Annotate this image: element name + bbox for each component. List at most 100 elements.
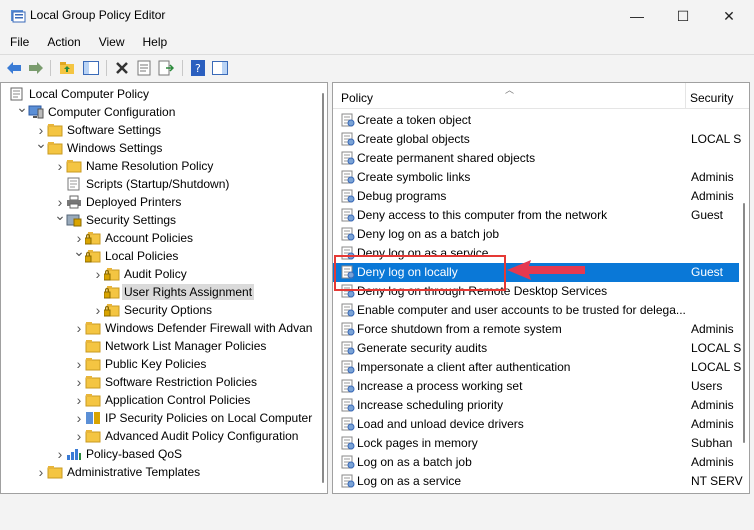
policy-setting-icon <box>341 303 355 317</box>
policy-name: Load and unload device drivers <box>357 417 524 431</box>
toolbar-separator <box>106 60 107 76</box>
menu-action[interactable]: Action <box>37 32 88 52</box>
tree-item[interactable]: Network List Manager Policies <box>1 337 317 355</box>
policy-row[interactable]: Create permanent shared objects <box>333 149 739 168</box>
policy-row[interactable]: Lock pages in memory Subhan <box>333 434 739 453</box>
tree-item-label: IP Security Policies on Local Computer <box>105 411 313 425</box>
policy-row[interactable]: Create a token object <box>333 111 739 130</box>
chevron-right-icon[interactable]: › <box>55 445 65 463</box>
policy-row[interactable]: Create global objects LOCAL S <box>333 130 742 149</box>
delete-button[interactable] <box>112 58 132 78</box>
tree-item[interactable]: ⌄ Computer Configuration <box>1 99 317 121</box>
forward-button[interactable] <box>26 58 46 78</box>
policy-row[interactable]: Impersonate a client after authenticatio… <box>333 358 742 377</box>
tree-item[interactable]: › Software Restriction Policies <box>1 373 317 391</box>
policy-row[interactable]: Deny log on as a batch job <box>333 225 739 244</box>
up-level-button[interactable] <box>57 58 77 78</box>
policy-row[interactable]: Force shutdown from a remote system Admin… <box>333 320 739 339</box>
policy-security-setting: LOCAL S <box>691 360 742 374</box>
tree-item[interactable]: › Deployed Printers <box>1 193 317 211</box>
chevron-down-icon[interactable]: ⌄ <box>73 242 85 260</box>
tree-item[interactable]: ⌄ Local Policies <box>1 243 317 265</box>
tree-item[interactable]: › Advanced Audit Policy Configuration <box>1 427 317 445</box>
bottom-area <box>0 496 754 530</box>
tree-item[interactable]: Local Computer Policy <box>1 85 317 103</box>
tree-item[interactable]: › Public Key Policies <box>1 355 317 373</box>
chevron-down-icon[interactable]: ⌄ <box>16 98 28 116</box>
back-button[interactable] <box>4 58 24 78</box>
chevron-right-icon[interactable]: › <box>74 391 84 409</box>
chevron-right-icon[interactable]: › <box>74 373 84 391</box>
policy-setting-icon <box>341 151 355 165</box>
tree-item[interactable]: ⌄ Security Settings <box>1 207 317 229</box>
chevron-right-icon[interactable]: › <box>74 319 84 337</box>
policy-row[interactable]: Deny access to this computer from the ne… <box>333 206 739 225</box>
tree-item[interactable]: › Name Resolution Policy <box>1 157 317 175</box>
menu-view[interactable]: View <box>89 32 133 52</box>
policy-row[interactable]: Increase scheduling priority Adminis <box>333 396 739 415</box>
back-arrow-icon <box>7 62 21 74</box>
policy-row[interactable]: Generate security audits LOCAL S <box>333 339 741 358</box>
chevron-right-icon[interactable]: › <box>93 301 103 319</box>
policy-setting-icon <box>341 322 355 336</box>
folder-lock-icon <box>103 285 120 299</box>
menu-help[interactable]: Help <box>133 32 176 52</box>
policy-row[interactable]: Log on as a service NT SERV <box>333 472 743 491</box>
policy-row[interactable]: Log on as a batch job Adminis <box>333 453 739 472</box>
policy-row[interactable]: Create symbolic links Adminis <box>333 168 739 187</box>
security-icon <box>66 213 82 227</box>
tree-item[interactable]: › Audit Policy <box>1 265 317 283</box>
chevron-down-icon[interactable]: ⌄ <box>35 134 47 152</box>
folder-icon <box>85 429 101 443</box>
chevron-right-icon[interactable]: › <box>55 157 65 175</box>
chevron-down-icon[interactable]: ⌄ <box>54 206 66 224</box>
column-header-security[interactable]: Security <box>690 91 733 105</box>
policy-security-setting: LOCAL S <box>691 132 742 146</box>
show-hide-action-pane-button[interactable] <box>210 58 230 78</box>
chevron-right-icon[interactable]: › <box>36 463 46 481</box>
tree-item[interactable]: › Account Policies <box>1 229 317 247</box>
ipsec-icon <box>85 411 101 425</box>
tree-scrollbar-thumb[interactable] <box>322 93 324 483</box>
tree-item[interactable]: › Application Control Policies <box>1 391 317 409</box>
tree-item[interactable]: › Security Options <box>1 301 317 319</box>
column-divider[interactable] <box>685 83 686 109</box>
tree-item[interactable]: › Software Settings <box>1 121 317 139</box>
policy-setting-icon <box>341 360 355 374</box>
highlight-box <box>334 255 506 291</box>
policy-row[interactable]: Increase a process working set Users <box>333 377 739 396</box>
chevron-right-icon[interactable]: › <box>74 427 84 445</box>
policy-name: Log on as a batch job <box>357 455 472 469</box>
policy-row[interactable]: Debug programs Adminis <box>333 187 739 206</box>
policy-row[interactable]: Enable computer and user accounts to be … <box>333 301 739 320</box>
help-button[interactable]: ? <box>188 58 208 78</box>
list-scrollbar[interactable] <box>739 83 749 493</box>
close-button[interactable]: ✕ <box>706 0 752 32</box>
policy-row[interactable]: Load and unload device drivers Adminis <box>333 415 739 434</box>
close-icon: ✕ <box>723 7 735 24</box>
tree-item[interactable]: User Rights Assignment <box>1 283 317 301</box>
menu-file[interactable]: File <box>0 32 37 52</box>
export-list-button[interactable] <box>156 58 176 78</box>
column-header-policy[interactable]: Policy <box>341 91 373 105</box>
chevron-right-icon[interactable]: › <box>74 409 84 427</box>
tree-item[interactable]: › IP Security Policies on Local Computer <box>1 409 317 427</box>
chevron-right-icon[interactable]: › <box>74 355 84 373</box>
tree-item[interactable]: › Administrative Templates <box>1 463 317 481</box>
policy-setting-icon <box>341 132 355 146</box>
tree-item[interactable]: › Windows Defender Firewall with Advan <box>1 319 317 337</box>
maximize-button[interactable]: ☐ <box>660 0 706 32</box>
properties-button[interactable] <box>134 58 154 78</box>
folder-icon <box>47 141 63 155</box>
tree-item[interactable]: ⌄ Windows Settings <box>1 135 317 157</box>
tree-item[interactable]: › Policy-based QoS <box>1 445 317 463</box>
chevron-right-icon[interactable]: › <box>93 265 103 283</box>
tree-scrollbar[interactable] <box>318 83 327 493</box>
list-scrollbar-thumb[interactable] <box>743 203 745 443</box>
export-list-icon <box>158 60 174 76</box>
tree-item-label: Policy-based QoS <box>86 447 183 461</box>
tree-item[interactable]: Scripts (Startup/Shutdown) <box>1 175 317 193</box>
minimize-button[interactable]: — <box>614 0 660 32</box>
show-hide-tree-button[interactable] <box>81 58 101 78</box>
policy-security-setting: Guest <box>691 265 724 279</box>
